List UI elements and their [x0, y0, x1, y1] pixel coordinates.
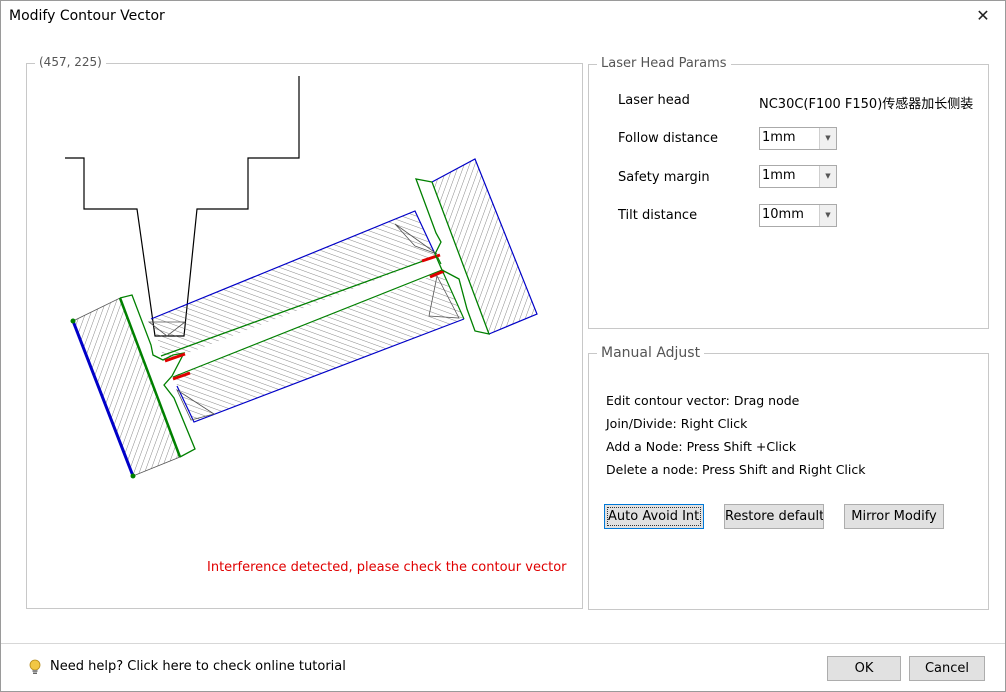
instruction-join-divide: Join/Divide: Right Click [606, 416, 748, 431]
follow-distance-combo[interactable]: 1mm ▼ [759, 127, 837, 150]
chevron-down-icon[interactable]: ▼ [819, 128, 836, 149]
coordinate-readout: (457, 225) [35, 55, 106, 69]
laser-head-params-title: Laser Head Params [597, 56, 731, 71]
manual-adjust-title: Manual Adjust [597, 345, 705, 361]
follow-distance-label: Follow distance [618, 131, 718, 146]
tilt-distance-combo[interactable]: 10mm ▼ [759, 204, 837, 227]
laser-head-params-panel: Laser Head Params Laser head NC30C(F100 … [588, 56, 989, 329]
chevron-down-icon[interactable]: ▼ [819, 205, 836, 226]
laser-head-value: NC30C(F100 F150)传感器加长侧装 [759, 97, 974, 112]
cancel-button[interactable]: Cancel [909, 656, 985, 681]
close-icon[interactable]: ✕ [969, 3, 997, 29]
footer-separator [1, 643, 1005, 644]
mirror-modify-button[interactable]: Mirror Modify [844, 504, 944, 529]
follow-distance-value: 1mm [762, 130, 796, 145]
safety-margin-combo[interactable]: 1mm ▼ [759, 165, 837, 188]
modify-contour-vector-dialog: Modify Contour Vector ✕ (457, 225) Inter… [0, 0, 1006, 692]
auto-avoid-interference-label: Auto Avoid Interference [607, 507, 701, 526]
tilt-distance-label: Tilt distance [618, 208, 698, 223]
interference-warning: Interference detected, please check the … [207, 560, 567, 575]
title-bar: Modify Contour Vector ✕ [1, 1, 1005, 32]
auto-avoid-interference-button[interactable]: Auto Avoid Interference [604, 504, 704, 529]
instruction-add-node: Add a Node: Press Shift +Click [606, 439, 797, 454]
laser-head-label: Laser head [618, 93, 690, 108]
manual-adjust-panel: Manual Adjust Edit contour vector: Drag … [588, 345, 989, 610]
safety-margin-label: Safety margin [618, 170, 710, 185]
contour-node[interactable] [70, 318, 76, 324]
instruction-delete-node: Delete a node: Press Shift and Right Cli… [606, 462, 866, 477]
preview-panel: (457, 225) Interference detected, please… [26, 55, 583, 609]
chevron-down-icon[interactable]: ▼ [819, 166, 836, 187]
contour-canvas[interactable] [27, 64, 582, 608]
safety-margin-value: 1mm [762, 168, 796, 183]
restore-default-button[interactable]: Restore default [724, 504, 824, 529]
instruction-edit: Edit contour vector: Drag node [606, 393, 800, 408]
online-tutorial-link[interactable]: Need help? Click here to check online tu… [50, 659, 346, 674]
contour-node[interactable] [130, 473, 136, 479]
ok-button[interactable]: OK [827, 656, 901, 681]
tilt-distance-value: 10mm [762, 207, 804, 222]
window-title: Modify Contour Vector [9, 8, 165, 24]
lightbulb-icon [29, 659, 41, 674]
